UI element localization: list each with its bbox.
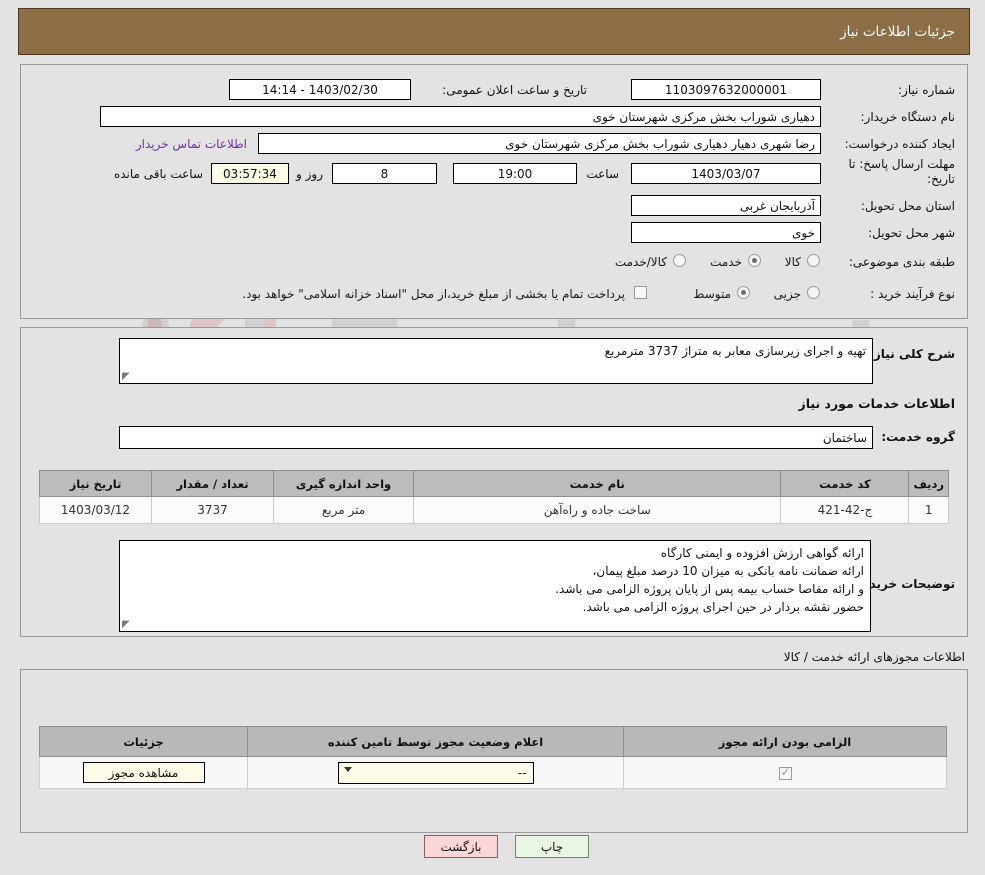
province-label: استان محل تحویل: xyxy=(860,199,955,213)
treasury-bond-checkbox[interactable] xyxy=(634,286,647,299)
permits-table-header-row: الزامی بودن ارائه مجوز اعلام وضعیت مجوز … xyxy=(39,726,947,757)
cell-quantity: 3737 xyxy=(151,496,274,524)
page-root: AriaTender.net جزئیات اطلاعات نیاز شماره… xyxy=(0,0,985,875)
deadline-label: مهلت ارسال پاسخ: تا تاریخ: xyxy=(848,157,955,186)
process-label-jozi: جزیی xyxy=(773,287,801,301)
remaining-clock-label: ساعت باقی مانده xyxy=(113,167,203,181)
col-permit-required: الزامی بودن ارائه مجوز xyxy=(623,726,947,757)
need-number-label: شماره نیاز: xyxy=(898,83,955,97)
category-label-khedmat: خدمت xyxy=(710,255,742,269)
remaining-days: 8 xyxy=(332,163,437,184)
announce-value: 1403/02/30 - 14:14 xyxy=(229,79,411,100)
permits-table: الزامی بودن ارائه مجوز اعلام وضعیت مجوز … xyxy=(39,726,947,789)
buyer-org-value: دهیاری شوراب بخش مرکزی شهرستان خوی xyxy=(100,106,821,127)
col-permit-details: جزئیات xyxy=(39,726,248,757)
remaining-days-label: روز و xyxy=(296,167,323,181)
category-label-kala: کالا xyxy=(784,255,801,269)
col-row: ردیف xyxy=(908,470,949,497)
category-label-kala-khedmat: کالا/خدمت xyxy=(614,255,667,269)
category-radio-khedmat[interactable] xyxy=(748,254,761,267)
need-desc-value: تهیه و اجرای زیرسازی معابر به متراژ 3737… xyxy=(604,344,866,358)
creator-value: رضا شهری دهیار دهیاری شوراب بخش مرکزی شه… xyxy=(258,133,821,154)
need-number-value: 1103097632000001 xyxy=(631,79,821,100)
deadline-time-label: ساعت xyxy=(586,167,619,181)
category-radio-kala-khedmat[interactable] xyxy=(673,254,686,267)
col-quantity: تعداد / مقدار xyxy=(151,470,274,497)
permits-section-title: اطلاعات مجوزهای ارائه خدمت / کالا xyxy=(783,650,965,664)
table-row: 1 ج-42-421 ساخت جاده و راه‌آهن متر مربع … xyxy=(39,496,949,524)
buyer-note-line: ارائه ضمانت نامه بانکی به میزان 10 درصد … xyxy=(592,564,864,578)
buyer-note-line: و ارائه مفاصا حساب بیمه پس از پایان پروژ… xyxy=(555,582,864,596)
cell-row: 1 xyxy=(908,496,949,524)
summary-panel: شماره نیاز: 1103097632000001 تاریخ و ساع… xyxy=(20,64,968,319)
buyer-note-line: حضور نقشه بردار در حین اجرای پروژه الزام… xyxy=(582,600,864,614)
resize-grip-icon[interactable]: ◥ xyxy=(122,371,132,382)
resize-grip-icon[interactable]: ◥ xyxy=(122,619,132,630)
province-value: آذربایجان غربی xyxy=(631,195,821,216)
process-label: نوع فرآیند خرید : xyxy=(870,287,955,301)
cell-date: 1403/03/12 xyxy=(39,496,152,524)
deadline-time: 19:00 xyxy=(453,163,577,184)
cell-permit-status: -- xyxy=(247,756,624,789)
creator-label: ایجاد کننده درخواست: xyxy=(844,137,955,151)
buyer-note-line: ارائه گواهی ارزش افزوده و ایمنی کارگاه xyxy=(660,546,864,560)
col-name: نام خدمت xyxy=(412,470,782,497)
chevron-down-icon xyxy=(343,766,352,772)
permits-panel: الزامی بودن ارائه مجوز اعلام وضعیت مجوز … xyxy=(20,669,968,833)
process-label-motavaset: متوسط xyxy=(693,287,731,301)
buyer-contact-link[interactable]: اطلاعات تماس خریدار xyxy=(136,137,247,151)
col-unit: واحد اندازه گیری xyxy=(273,470,414,497)
category-radio-kala[interactable] xyxy=(807,254,820,267)
buyer-notes-textarea[interactable]: ارائه گواهی ارزش افزوده و ایمنی کارگاه ا… xyxy=(119,540,871,632)
process-radio-jozi[interactable] xyxy=(807,286,820,299)
service-group-label: گروه خدمت: xyxy=(881,430,955,444)
remaining-clock: 03:57:34 xyxy=(211,163,289,184)
services-table-header-row: ردیف کد خدمت نام خدمت واحد اندازه گیری ت… xyxy=(39,470,949,497)
col-date: تاریخ نیاز xyxy=(39,470,152,497)
treasury-bond-note: پرداخت تمام یا بخشی از مبلغ خرید،از محل … xyxy=(242,287,625,301)
category-label: طبقه بندی موضوعی: xyxy=(848,255,955,269)
service-group-value: ساختمان xyxy=(119,426,873,449)
cell-permit-required xyxy=(623,756,947,789)
need-desc-textarea[interactable]: تهیه و اجرای زیرسازی معابر به متراژ 3737… xyxy=(119,338,873,384)
print-button[interactable]: چاپ xyxy=(515,835,589,858)
page-header: جزئیات اطلاعات نیاز xyxy=(18,8,970,55)
table-row: -- مشاهده مجوز xyxy=(39,756,947,789)
col-permit-status: اعلام وضعیت مجوز توسط تامین کننده xyxy=(247,726,624,757)
permit-required-checkbox xyxy=(778,765,792,780)
city-label: شهر محل تحویل: xyxy=(868,226,955,240)
cell-code: ج-42-421 xyxy=(780,496,910,524)
permit-status-dropdown[interactable]: -- xyxy=(337,761,534,784)
buyer-org-label: نام دستگاه خریدار: xyxy=(860,110,956,124)
services-panel: شرح کلی نیاز: تهیه و اجرای زیرسازی معابر… xyxy=(20,327,968,637)
view-permit-button[interactable]: مشاهده مجوز xyxy=(82,762,205,783)
city-value: خوی xyxy=(631,222,821,243)
cell-name: ساخت جاده و راه‌آهن xyxy=(412,496,782,524)
col-code: کد خدمت xyxy=(780,470,910,497)
cell-permit-details: مشاهده مجوز xyxy=(39,756,248,789)
need-desc-label: شرح کلی نیاز: xyxy=(869,347,955,361)
page-title: جزئیات اطلاعات نیاز xyxy=(840,24,955,40)
services-table: ردیف کد خدمت نام خدمت واحد اندازه گیری ت… xyxy=(39,470,949,524)
process-radio-motavaset[interactable] xyxy=(737,286,750,299)
services-section-title: اطلاعات خدمات مورد نیاز xyxy=(798,396,956,411)
back-button[interactable]: بازگشت xyxy=(424,835,498,858)
deadline-date: 1403/03/07 xyxy=(631,163,821,184)
announce-label: تاریخ و ساعت اعلان عمومی: xyxy=(442,83,587,97)
permit-status-value: -- xyxy=(517,765,527,780)
cell-unit: متر مربع xyxy=(273,496,414,524)
